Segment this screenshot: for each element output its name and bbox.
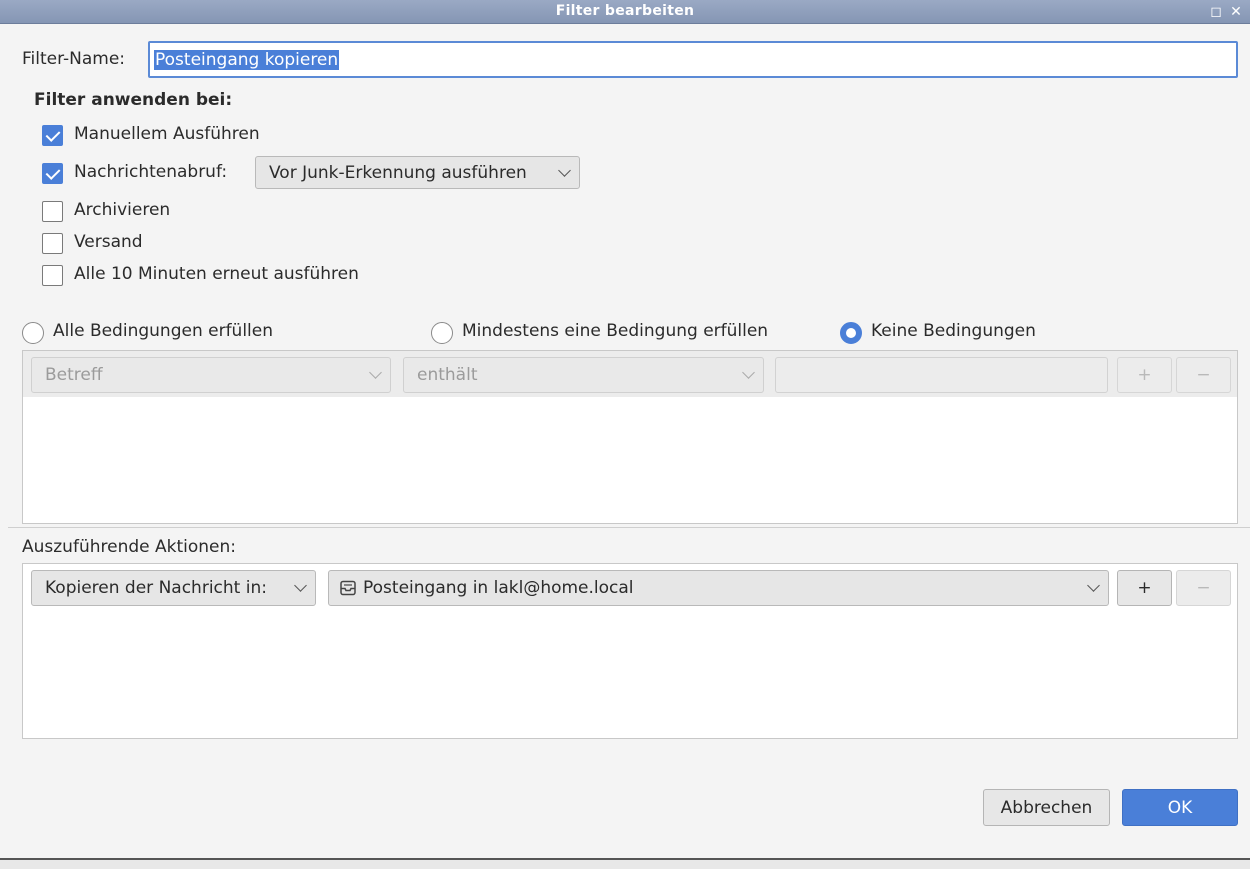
chevron-down-icon [1087,579,1100,592]
condition-operator-dropdown[interactable]: enthält [403,357,764,393]
apply-when-heading: Filter anwenden bei: [34,90,233,110]
action-target-value: Posteingang in lakl@home.local [363,578,634,598]
periodic-label: Alle 10 Minuten erneut ausführen [74,264,359,284]
section-divider [8,527,1250,528]
add-condition-button[interactable]: + [1117,357,1172,393]
condition-operator-value: enthält [417,365,478,385]
match-any-label: Mindestens eine Bedingung erfüllen [462,321,769,341]
filter-name-value: Posteingang kopieren [154,50,340,70]
actions-list: Kopieren der Nachricht in: Posteingang i… [22,563,1238,739]
periodic-checkbox[interactable] [42,265,63,286]
archive-checkbox[interactable] [42,201,63,222]
junk-timing-dropdown[interactable]: Vor Junk-Erkennung ausführen [255,156,580,189]
conditions-list: Betreff enthält + − [22,350,1238,524]
action-type-dropdown[interactable]: Kopieren der Nachricht in: [31,570,316,606]
remove-condition-button[interactable]: − [1176,357,1231,393]
match-none-radio[interactable] [840,322,862,344]
cancel-button[interactable]: Abbrechen [983,789,1110,826]
condition-value-input[interactable] [775,357,1108,393]
send-checkbox[interactable] [42,233,63,254]
manual-run-label: Manuellem Ausführen [74,124,260,144]
action-target-dropdown[interactable]: Posteingang in lakl@home.local [328,570,1109,606]
fetch-checkbox[interactable] [42,163,63,184]
send-label: Versand [74,232,143,252]
chevron-down-icon [294,579,307,592]
ok-button[interactable]: OK [1122,789,1238,826]
manual-run-checkbox[interactable] [42,125,63,146]
window-title: Filter bearbeiten [555,3,695,19]
close-icon[interactable]: ✕ [1228,4,1244,20]
chevron-down-icon [742,366,755,379]
condition-field-dropdown[interactable]: Betreff [31,357,391,393]
action-type-value: Kopieren der Nachricht in: [45,578,267,598]
filter-name-label: Filter-Name: [22,49,126,69]
remove-action-button[interactable]: − [1176,570,1231,606]
window-titlebar: Filter bearbeiten ◻ ✕ [0,0,1250,24]
junk-timing-value: Vor Junk-Erkennung ausführen [269,162,527,183]
match-all-radio[interactable] [22,322,44,344]
add-action-button[interactable]: + [1117,570,1172,606]
match-none-label: Keine Bedingungen [871,321,1036,341]
maximize-icon[interactable]: ◻ [1208,4,1224,20]
match-all-label: Alle Bedingungen erfüllen [53,321,274,341]
match-any-radio[interactable] [431,322,453,344]
actions-heading: Auszuführende Aktionen: [22,537,236,557]
chevron-down-icon [558,163,571,177]
inbox-icon [340,580,356,596]
archive-label: Archivieren [74,200,171,220]
filter-name-input[interactable]: Posteingang kopieren [148,41,1238,78]
fetch-label: Nachrichtenabruf: [74,162,228,182]
window-bottom-edge [0,858,1250,869]
chevron-down-icon [369,366,382,379]
condition-field-value: Betreff [45,365,103,385]
